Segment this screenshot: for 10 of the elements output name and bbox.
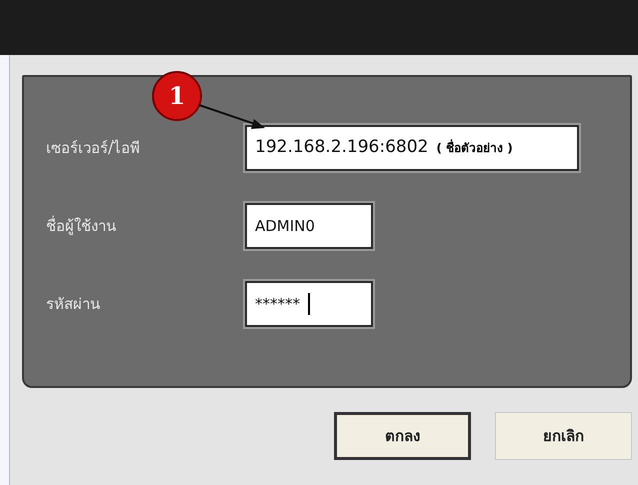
- field-label: เซอร์เวอร์/ไอพี: [46, 138, 142, 159]
- field-label: ชื่อผู้ใช้งาน: [46, 214, 117, 237]
- cancel-button[interactable]: ยกเลิก: [495, 412, 632, 460]
- ok-button[interactable]: ตกลง: [334, 412, 471, 460]
- password-field[interactable]: ******: [245, 281, 373, 327]
- input-field[interactable]: 192.168.2.196:6802 ( ชื่อตัวอย่าง ): [245, 125, 579, 171]
- field-label: รหัสผ่าน: [46, 294, 101, 315]
- input-field[interactable]: ADMIN0: [245, 203, 373, 249]
- arrow: [198, 104, 266, 132]
- hint-text: ( ชื่อตัวอย่าง ): [436, 139, 513, 157]
